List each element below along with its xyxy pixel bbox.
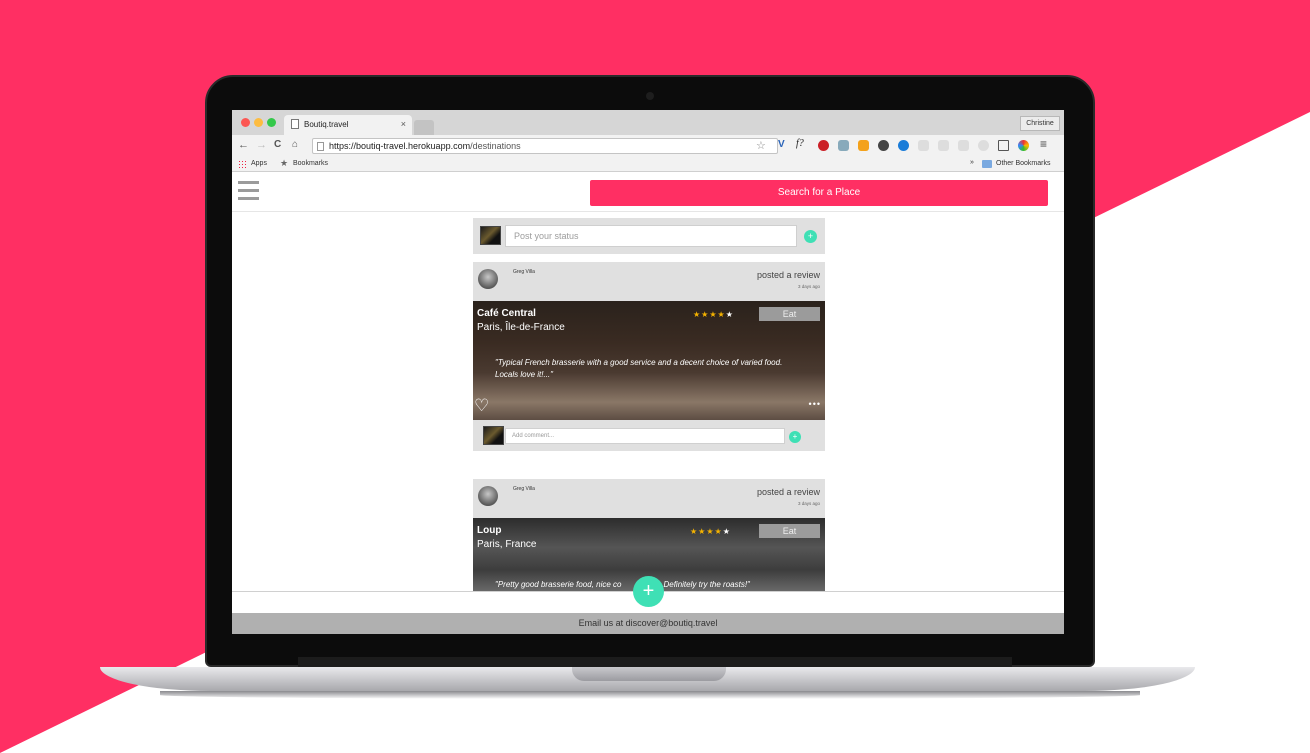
tab-title: Boutiq.travel [304, 120, 349, 129]
apps-bookmark[interactable]: Apps [251, 160, 267, 167]
search-place-button[interactable]: Search for a Place [590, 180, 1048, 206]
bookmarks-overflow-icon[interactable]: » [970, 159, 974, 166]
user-avatar [480, 226, 501, 245]
browser-tab[interactable]: Boutiq.travel × [284, 115, 412, 135]
page-icon [317, 142, 324, 151]
pinterest-icon[interactable] [818, 140, 829, 151]
forward-icon[interactable]: → [256, 139, 267, 151]
category-tag[interactable]: Eat [759, 307, 820, 321]
laptop-notch [572, 667, 726, 681]
hamburger-menu-icon[interactable] [238, 181, 259, 201]
extension-grey3-icon[interactable] [958, 140, 969, 151]
address-bar[interactable]: https://boutiq-travel.herokuapp.com/dest… [312, 138, 778, 154]
place-name[interactable]: Café Central [477, 308, 536, 319]
profile-button[interactable]: Christine [1020, 116, 1060, 131]
status-composer: Post your status + [473, 218, 825, 254]
comment-input[interactable]: Add comment... [505, 428, 785, 444]
empty-star: ★ [725, 310, 734, 319]
laptop-shadow [160, 691, 1140, 699]
extension-grey1-icon[interactable] [918, 140, 929, 151]
extension-sync-icon[interactable] [878, 140, 889, 151]
post-time: 3 days ago [797, 284, 820, 289]
post-time: 3 days ago [797, 501, 820, 506]
reload-icon[interactable]: C [274, 139, 281, 150]
menu-icon[interactable]: ≡ [1040, 137, 1047, 151]
close-window-button[interactable] [241, 118, 250, 127]
browser-window: Boutiq.travel × Christine ← → C ⌂ https:… [232, 110, 1064, 634]
category-tag[interactable]: Eat [759, 524, 820, 538]
site-header: Search for a Place [232, 173, 1064, 212]
post-comment-button[interactable]: + [789, 431, 801, 443]
review-quote: "Typical French brasserie with a good se… [495, 358, 783, 379]
post-action: posted a review [756, 270, 820, 280]
other-bookmarks[interactable]: Other Bookmarks [996, 160, 1050, 167]
new-tab-button[interactable] [414, 120, 434, 135]
rating-stars: ★★★★★ [690, 527, 731, 536]
author-avatar[interactable] [478, 486, 498, 506]
extension-f-icon[interactable]: f? [796, 138, 804, 149]
url-path: /destinations [470, 141, 521, 151]
place-location: Paris, France [477, 539, 537, 550]
rating-stars: ★★★★★ [693, 310, 734, 319]
laptop-camera [646, 92, 654, 100]
card-header: Greg Villa posted a review 3 days ago [473, 262, 825, 301]
empty-star: ★ [722, 527, 731, 536]
extension-blue-icon[interactable] [898, 140, 909, 151]
cast-icon[interactable] [998, 140, 1009, 151]
add-fab-button[interactable]: + [633, 576, 664, 607]
filled-stars: ★★★★ [690, 527, 723, 536]
user-avatar [483, 426, 504, 445]
post-action: posted a review [756, 487, 820, 497]
author-avatar[interactable] [478, 269, 498, 289]
place-location: Paris, Île-de-France [477, 322, 565, 333]
more-options-icon[interactable]: ••• [809, 399, 821, 409]
card-header: Greg Villa posted a review 3 days ago [473, 479, 825, 518]
home-icon[interactable]: ⌂ [292, 139, 298, 150]
filled-stars: ★★★★ [693, 310, 726, 319]
review-card: Greg Villa posted a review 3 days ago Ca… [473, 262, 825, 451]
status-input[interactable]: Post your status [505, 225, 797, 247]
maximize-window-button[interactable] [267, 118, 276, 127]
site-footer[interactable]: Email us at discover@boutiq.travel [232, 613, 1064, 634]
review-quote-end: Definitely try the roasts!" [663, 580, 750, 589]
url-host: https://boutiq-travel.herokuapp.com [329, 141, 471, 151]
extension-grey4-icon[interactable] [978, 140, 989, 151]
minimize-window-button[interactable] [254, 118, 263, 127]
extension-satellite-icon[interactable] [838, 140, 849, 151]
extension-color-icon[interactable] [1018, 140, 1029, 151]
like-heart-icon[interactable]: ♡ [474, 396, 489, 416]
review-quote-start: "Pretty good brasserie food, nice co [495, 580, 622, 589]
star-icon: ★ [280, 158, 289, 168]
author-name[interactable]: Greg Villa [513, 269, 535, 275]
author-name[interactable]: Greg Villa [513, 486, 535, 492]
laptop-hinge [298, 657, 1012, 667]
tab-strip: Boutiq.travel × Christine [232, 110, 1064, 135]
page-icon [291, 119, 299, 129]
bookmarks-bar: Apps ★ Bookmarks » Other Bookmarks [232, 157, 1064, 172]
place-photo[interactable]: Café Central Paris, Île-de-France ★★★★★ … [473, 301, 825, 420]
post-status-button[interactable]: + [804, 230, 817, 243]
tab-close-icon[interactable]: × [401, 119, 406, 129]
back-icon[interactable]: ← [238, 139, 249, 151]
place-name[interactable]: Loup [477, 525, 501, 536]
comment-row: Add comment... + [473, 420, 825, 451]
extension-v-icon[interactable]: V [778, 139, 785, 150]
bookmarks-folder[interactable]: Bookmarks [293, 160, 328, 167]
extension-grey2-icon[interactable] [938, 140, 949, 151]
apps-grid-icon [238, 160, 247, 169]
browser-toolbar: ← → C ⌂ https://boutiq-travel.herokuapp.… [232, 135, 1064, 157]
folder-icon [982, 160, 992, 168]
extension-orange-icon[interactable] [858, 140, 869, 151]
star-icon[interactable]: ☆ [756, 139, 766, 152]
